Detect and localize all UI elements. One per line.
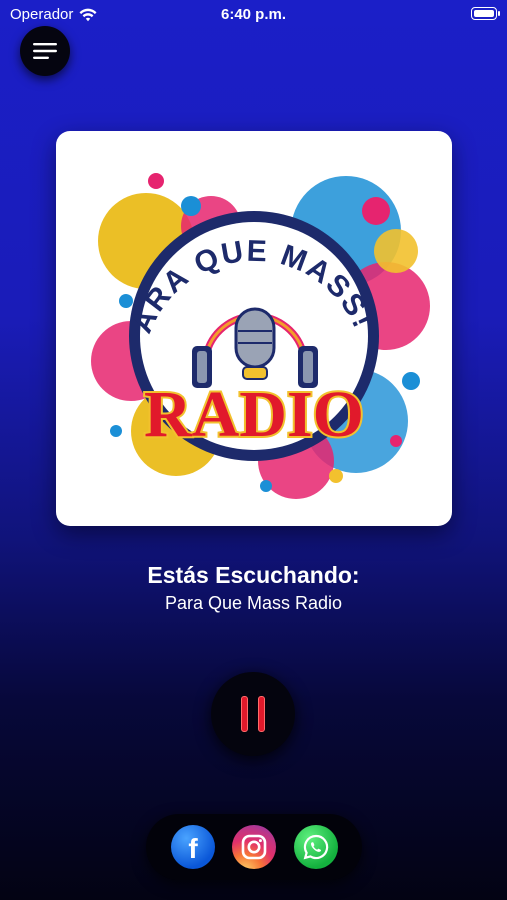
- instagram-button[interactable]: [232, 825, 276, 869]
- hamburger-menu-icon: [33, 43, 57, 59]
- status-bar: Operador 6:40 p.m.: [0, 0, 507, 28]
- whatsapp-icon: [303, 834, 329, 860]
- pause-button[interactable]: [211, 672, 295, 756]
- station-artwork: PARA QUE MASS!!! RADIO: [56, 131, 452, 526]
- instagram-icon: [241, 834, 267, 860]
- logo-main-text: RADIO: [144, 378, 364, 451]
- facebook-button[interactable]: f: [171, 825, 215, 869]
- social-bar: f: [146, 814, 362, 880]
- facebook-icon: f: [188, 833, 198, 864]
- battery-icon: [471, 7, 500, 20]
- menu-button[interactable]: [20, 26, 70, 76]
- now-playing-label: Estás Escuchando:: [147, 562, 360, 588]
- station-logo: PARA QUE MASS!!! RADIO: [56, 131, 430, 499]
- station-name: Para Que Mass Radio: [164, 593, 343, 613]
- pause-icon: [236, 696, 270, 732]
- status-time: 6:40 p.m.: [220, 6, 287, 23]
- whatsapp-button[interactable]: [294, 825, 338, 869]
